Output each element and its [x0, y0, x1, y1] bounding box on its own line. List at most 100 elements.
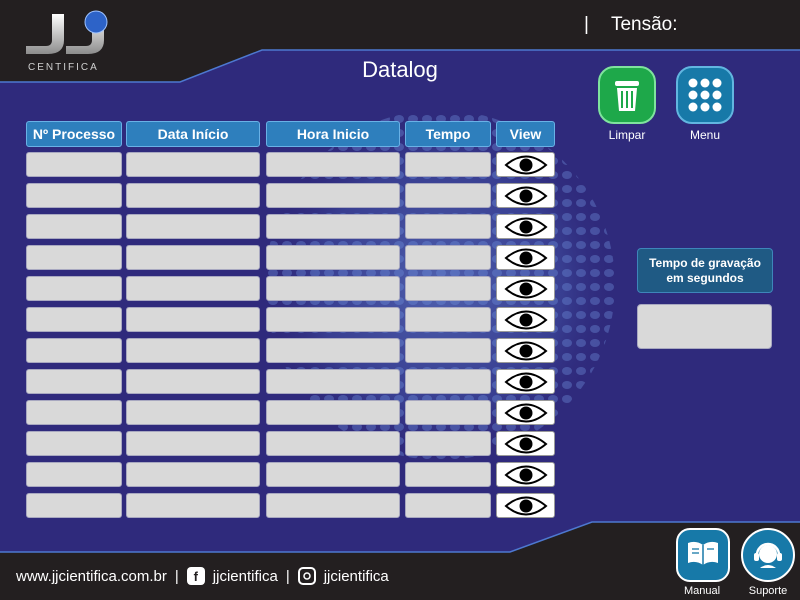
- view-button[interactable]: [496, 214, 555, 239]
- eye-icon: [503, 434, 548, 453]
- table-cell: [126, 369, 260, 394]
- table-cell: [126, 338, 260, 363]
- table-cell: [126, 183, 260, 208]
- clear-label: Limpar: [608, 128, 646, 142]
- view-button[interactable]: [496, 338, 555, 363]
- table-cell: [266, 307, 400, 332]
- eye-icon: [503, 248, 548, 267]
- table-cell: [266, 338, 400, 363]
- manual-label: Manual: [683, 585, 721, 597]
- table-cell: [405, 338, 491, 363]
- table-cell: [266, 214, 400, 239]
- view-button[interactable]: [496, 369, 555, 394]
- table-cell: [266, 400, 400, 425]
- table-cell: [126, 462, 260, 487]
- manual-button[interactable]: [676, 528, 730, 582]
- instagram-icon: [297, 567, 316, 585]
- column-header: Tempo: [405, 121, 491, 147]
- instagram-handle[interactable]: jjcientifica: [324, 568, 389, 585]
- table-cell: [405, 307, 491, 332]
- footer: www.jjcientifica.com.br | f jjcientifica…: [0, 552, 640, 600]
- column-header: Hora Inicio: [266, 121, 400, 147]
- table-cell: [405, 431, 491, 456]
- table-cell: [266, 152, 400, 177]
- view-button[interactable]: [496, 462, 555, 487]
- view-button[interactable]: [496, 431, 555, 456]
- recording-time-field[interactable]: [637, 304, 772, 349]
- table-cell: [266, 245, 400, 270]
- table-cell: [26, 183, 122, 208]
- table-cell: [405, 276, 491, 301]
- table-cell: [26, 276, 122, 301]
- column-header: Data Início: [126, 121, 260, 147]
- column-header: View: [496, 121, 555, 147]
- view-button[interactable]: [496, 245, 555, 270]
- eye-icon: [503, 403, 548, 422]
- table-cell: [405, 400, 491, 425]
- facebook-icon: f: [186, 567, 205, 585]
- support-label: Suporte: [748, 585, 788, 597]
- footer-separator: |: [285, 567, 290, 585]
- eye-icon: [503, 310, 548, 329]
- table-cell: [26, 400, 122, 425]
- table-cell: [266, 183, 400, 208]
- support-button[interactable]: [741, 528, 795, 582]
- table-cell: [126, 245, 260, 270]
- view-button[interactable]: [496, 307, 555, 332]
- eye-icon: [503, 186, 548, 205]
- page-title: Datalog: [362, 57, 438, 82]
- eye-icon: [503, 341, 548, 360]
- brand-subtitle: CENTIFICA: [28, 62, 99, 73]
- table-cell: [126, 214, 260, 239]
- table-cell: [266, 276, 400, 301]
- view-button[interactable]: [496, 152, 555, 177]
- view-button[interactable]: [496, 276, 555, 301]
- view-button[interactable]: [496, 493, 555, 518]
- menu-label: Menu: [689, 128, 721, 142]
- table-cell: [26, 462, 122, 487]
- tension-label: Tensão:: [610, 14, 678, 35]
- table-cell: [126, 493, 260, 518]
- recording-time-label: Tempo de gravação em segundos: [637, 248, 773, 293]
- grid-dots-icon: [688, 78, 722, 112]
- table-cell: [26, 369, 122, 394]
- table-cell: [266, 431, 400, 456]
- eye-icon: [503, 465, 548, 484]
- table-cell: [26, 493, 122, 518]
- table-cell: [126, 276, 260, 301]
- table-cell: [266, 462, 400, 487]
- eye-icon: [503, 279, 548, 298]
- view-button[interactable]: [496, 400, 555, 425]
- menu-button[interactable]: [676, 66, 734, 124]
- jj-logo: CENTIFICA: [26, 10, 108, 73]
- clear-button[interactable]: [598, 66, 656, 124]
- headset-icon: [754, 542, 782, 568]
- website-link[interactable]: www.jjcientifica.com.br: [16, 568, 167, 585]
- table-cell: [126, 400, 260, 425]
- view-button[interactable]: [496, 183, 555, 208]
- eye-icon: [503, 496, 548, 515]
- eye-icon: [503, 217, 548, 236]
- table-cell: [26, 245, 122, 270]
- eye-icon: [503, 155, 548, 174]
- tension-display: | Tensão:: [584, 14, 677, 36]
- trash-icon: [615, 81, 639, 111]
- table-cell: [405, 214, 491, 239]
- table-cell: [405, 462, 491, 487]
- footer-separator: |: [174, 567, 179, 585]
- table-cell: [126, 152, 260, 177]
- table-cell: [266, 493, 400, 518]
- tension-separator: |: [584, 14, 589, 35]
- table-cell: [405, 493, 491, 518]
- book-hand-icon: [688, 541, 718, 565]
- eye-icon: [503, 372, 548, 391]
- table-cell: [26, 431, 122, 456]
- table-cell: [26, 214, 122, 239]
- facebook-handle[interactable]: jjcientifica: [213, 568, 278, 585]
- table-cell: [26, 338, 122, 363]
- table-cell: [126, 307, 260, 332]
- table-cell: [405, 183, 491, 208]
- table-cell: [26, 307, 122, 332]
- table-cell: [405, 152, 491, 177]
- table-cell: [26, 152, 122, 177]
